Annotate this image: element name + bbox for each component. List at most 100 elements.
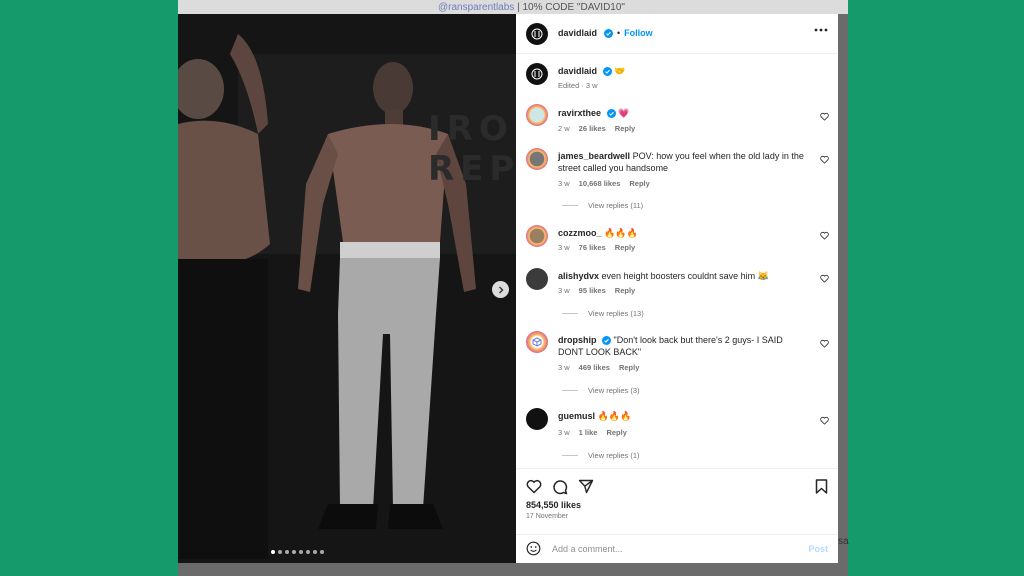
commenter-avatar[interactable] bbox=[526, 408, 548, 430]
commenter-avatar[interactable] bbox=[526, 148, 548, 170]
reply-button[interactable]: Reply bbox=[615, 124, 635, 133]
comment-text: 🔥🔥🔥 bbox=[604, 228, 638, 238]
background-page-strip: @ransparentlabs | 10% CODE "DAVID10" bbox=[178, 0, 848, 14]
like-comment-heart-icon[interactable] bbox=[820, 155, 829, 164]
reply-button[interactable]: Reply bbox=[619, 363, 639, 372]
gym-sign-text: IRON REP bbox=[428, 109, 516, 189]
comment-age: 3 w bbox=[558, 286, 570, 295]
cube-logo-icon bbox=[532, 337, 542, 347]
slide-dot bbox=[285, 550, 289, 554]
caption-text: 🤝 bbox=[614, 66, 626, 76]
comment-age: 3 w bbox=[558, 179, 570, 188]
view-replies-button[interactable]: View replies (13) bbox=[562, 309, 644, 318]
commenter-username[interactable]: guemusl bbox=[558, 411, 595, 421]
post-comment-button[interactable]: Post bbox=[808, 544, 828, 554]
slide-indicator bbox=[271, 550, 324, 554]
verified-badge-icon bbox=[602, 67, 612, 77]
commenter-avatar[interactable] bbox=[526, 225, 548, 247]
commenter-avatar[interactable] bbox=[526, 104, 548, 126]
reply-button[interactable]: Reply bbox=[615, 286, 635, 295]
comment-text-row: james_beardwell POV: how you feel when t… bbox=[558, 150, 808, 174]
comment-likes[interactable]: 26 likes bbox=[579, 124, 606, 133]
commenter-username[interactable]: james_beardwell bbox=[558, 151, 630, 161]
like-heart-icon[interactable] bbox=[526, 479, 542, 494]
background-text-fragment: sa bbox=[838, 536, 849, 547]
share-paper-plane-icon[interactable] bbox=[578, 479, 594, 494]
slide-dot bbox=[313, 550, 317, 554]
comment-meta: 3 w 76 likes Reply bbox=[558, 243, 635, 252]
slide-dot bbox=[306, 550, 310, 554]
slide-dot bbox=[271, 550, 275, 554]
slide-dot bbox=[299, 550, 303, 554]
comment-age: 3 w bbox=[558, 428, 570, 437]
commenter-username[interactable]: dropship bbox=[558, 335, 597, 345]
verified-badge-icon bbox=[606, 109, 616, 119]
comment-text-row: alishydvx even height boosters couldnt s… bbox=[558, 270, 808, 282]
caption-username[interactable]: davidlaid bbox=[558, 66, 597, 76]
comment-text: even height boosters couldnt save him 😹 bbox=[601, 271, 769, 281]
add-comment-bar: Add a comment... Post bbox=[516, 534, 838, 563]
separator-dot: • bbox=[617, 28, 621, 38]
like-comment-heart-icon[interactable] bbox=[820, 112, 829, 121]
caption-avatar[interactable] bbox=[526, 63, 548, 85]
slide-dot bbox=[292, 550, 296, 554]
view-replies-label: View replies (1) bbox=[588, 451, 640, 460]
comment-meta: 3 w 469 likes Reply bbox=[558, 363, 639, 372]
post-photo: IRON REP bbox=[178, 14, 516, 563]
like-comment-heart-icon[interactable] bbox=[820, 231, 829, 240]
likes-count[interactable]: 854,550 likes bbox=[526, 500, 581, 510]
logo-icon bbox=[531, 28, 543, 40]
comment-meta: 3 w 1 like Reply bbox=[558, 428, 627, 437]
comment-text-row: cozzmoo_ 🔥🔥🔥 bbox=[558, 227, 808, 239]
logo-icon bbox=[531, 68, 543, 80]
reply-button[interactable]: Reply bbox=[615, 243, 635, 252]
comment-likes[interactable]: 469 likes bbox=[579, 363, 610, 372]
comment-likes[interactable]: 10,668 likes bbox=[579, 179, 621, 188]
reply-button[interactable]: Reply bbox=[606, 428, 626, 437]
post-date: 17 November bbox=[526, 513, 569, 520]
comment-text: 🔥🔥🔥 bbox=[597, 411, 632, 421]
emoji-icon[interactable] bbox=[526, 541, 541, 556]
comment-meta: 3 w 95 likes Reply bbox=[558, 286, 635, 295]
add-comment-input[interactable]: Add a comment... bbox=[552, 544, 623, 554]
comment-text-row: dropship "Don't look back but there's 2 … bbox=[558, 334, 808, 358]
chevron-right-icon bbox=[498, 286, 503, 293]
save-bookmark-icon[interactable] bbox=[815, 479, 828, 494]
comment-text-row: guemusl 🔥🔥🔥 bbox=[558, 410, 808, 422]
more-options-icon[interactable] bbox=[814, 28, 828, 32]
background-link: @ransparentlabs bbox=[438, 2, 515, 13]
author-avatar[interactable] bbox=[526, 23, 548, 45]
commenter-avatar[interactable] bbox=[526, 268, 548, 290]
like-comment-heart-icon[interactable] bbox=[820, 274, 829, 283]
comment-bubble-icon[interactable] bbox=[552, 479, 568, 495]
like-comment-heart-icon[interactable] bbox=[820, 416, 829, 425]
comment-age: 2 w bbox=[558, 124, 570, 133]
header-user-row: davidlaid • Follow bbox=[558, 28, 653, 38]
background-code-text: | 10% CODE "DAVID10" bbox=[514, 2, 625, 13]
comment-age: 3 w bbox=[558, 243, 570, 252]
comment-text: 💗 bbox=[618, 108, 630, 118]
comment-age: 3 w bbox=[558, 363, 570, 372]
commenter-username[interactable]: ravirxthee bbox=[558, 108, 601, 118]
view-replies-button[interactable]: View replies (3) bbox=[562, 386, 640, 395]
commenter-avatar[interactable] bbox=[526, 331, 548, 353]
next-slide-button[interactable] bbox=[492, 281, 509, 298]
view-replies-button[interactable]: View replies (1) bbox=[562, 451, 640, 460]
follow-button[interactable]: Follow bbox=[624, 28, 653, 38]
commenter-username[interactable]: cozzmoo_ bbox=[558, 228, 602, 238]
comment-likes[interactable]: 1 like bbox=[579, 428, 598, 437]
comment-likes[interactable]: 76 likes bbox=[579, 243, 606, 252]
view-replies-label: View replies (13) bbox=[588, 309, 644, 318]
view-replies-button[interactable]: View replies (11) bbox=[562, 201, 643, 210]
photo-illustration bbox=[178, 14, 516, 563]
author-username[interactable]: davidlaid bbox=[558, 28, 597, 38]
background-caption-text: @ransparentlabs | 10% CODE "DAVID10" bbox=[438, 2, 625, 13]
caption-text-row: davidlaid 🤝 bbox=[558, 65, 808, 77]
comments-panel: davidlaid • Follow davidlaid 🤝 Edited · … bbox=[516, 14, 838, 563]
comment-meta: 2 w 26 likes Reply bbox=[558, 124, 635, 133]
like-comment-heart-icon[interactable] bbox=[820, 339, 829, 348]
reply-button[interactable]: Reply bbox=[629, 179, 649, 188]
verified-badge-icon bbox=[604, 28, 614, 38]
commenter-username[interactable]: alishydvx bbox=[558, 271, 599, 281]
comment-likes[interactable]: 95 likes bbox=[579, 286, 606, 295]
